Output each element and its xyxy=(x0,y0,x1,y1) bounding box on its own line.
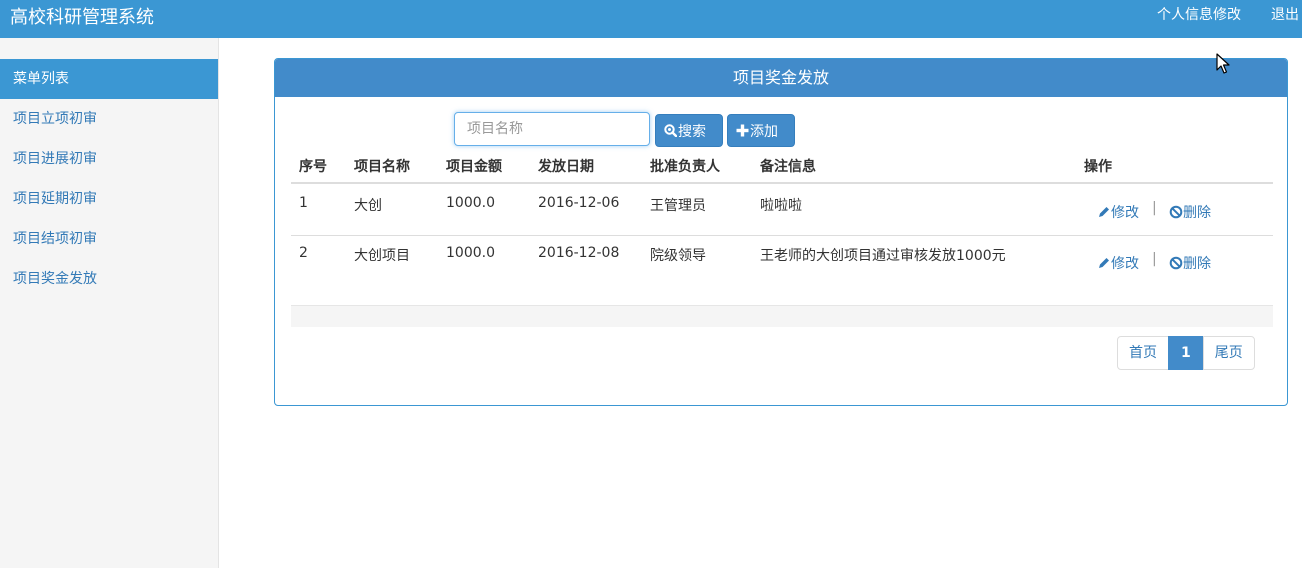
ban-icon xyxy=(1169,205,1183,219)
search-button-label: 搜索 xyxy=(678,123,706,140)
table-row-divider xyxy=(291,235,1273,236)
project-name-search-input[interactable] xyxy=(454,112,650,146)
current-page-button[interactable]: 1 xyxy=(1168,336,1204,370)
row-2-index: 2 xyxy=(299,245,308,261)
row-2-approver: 院级领导 xyxy=(650,248,706,264)
row-1-date: 2016-12-06 xyxy=(538,195,620,211)
last-page-button[interactable]: 尾页 xyxy=(1202,336,1255,370)
row-1-amount: 1000.0 xyxy=(446,195,495,211)
top-navbar: 高校科研管理系统 个人信息修改 退出 xyxy=(0,0,1302,38)
row-2-amount: 1000.0 xyxy=(446,245,495,261)
sidebar-item-completion-review[interactable]: 项目结项初审 xyxy=(0,219,218,259)
table-footer xyxy=(291,305,1273,327)
sidebar-item-approval-review[interactable]: 项目立项初审 xyxy=(0,99,218,139)
row-2-delete-link[interactable]: 删除 xyxy=(1169,253,1211,273)
search-icon xyxy=(664,124,677,137)
pencil-icon xyxy=(1099,258,1109,268)
row-1-action-separator: | xyxy=(1152,200,1157,216)
row-1-edit-label: 修改 xyxy=(1111,205,1139,221)
row-1-name: 大创 xyxy=(354,198,382,214)
plus-icon xyxy=(736,124,749,137)
sidebar-header: 菜单列表 xyxy=(0,59,218,99)
row-2-action-separator: | xyxy=(1152,251,1157,267)
first-page-button[interactable]: 首页 xyxy=(1117,336,1169,370)
app-title: 高校科研管理系统 xyxy=(10,7,154,28)
add-button-label: 添加 xyxy=(750,123,778,140)
profile-edit-link[interactable]: 个人信息修改 xyxy=(1157,4,1241,24)
column-header-index: 序号 xyxy=(299,159,327,175)
pencil-icon xyxy=(1099,207,1109,217)
column-header-note: 备注信息 xyxy=(760,159,816,175)
row-1-edit-link[interactable]: 修改 xyxy=(1097,202,1139,222)
row-2-name: 大创项目 xyxy=(354,248,410,264)
column-header-project-name: 项目名称 xyxy=(354,159,410,175)
column-header-date: 发放日期 xyxy=(538,159,594,175)
ban-icon xyxy=(1169,256,1183,270)
column-header-approver: 批准负责人 xyxy=(650,159,720,175)
column-header-actions: 操作 xyxy=(1084,159,1112,175)
sidebar: 菜单列表 项目立项初审 项目进展初审 项目延期初审 项目结项初审 项目奖金发放 xyxy=(0,38,219,568)
bonus-panel: 项目奖金发放 搜索 添加 序号 项目名称 项目金额 发放日期 批准负责人 备注信… xyxy=(274,58,1288,406)
logout-link[interactable]: 退出 xyxy=(1271,4,1299,24)
row-2-date: 2016-12-08 xyxy=(538,245,620,261)
pagination: 首页 1 尾页 xyxy=(1117,336,1255,370)
search-button[interactable]: 搜索 xyxy=(655,114,723,147)
row-2-edit-link[interactable]: 修改 xyxy=(1097,253,1139,273)
sidebar-item-progress-review[interactable]: 项目进展初审 xyxy=(0,139,218,179)
row-1-index: 1 xyxy=(299,195,308,211)
sidebar-item-extension-review[interactable]: 项目延期初审 xyxy=(0,179,218,219)
add-button[interactable]: 添加 xyxy=(727,114,795,147)
row-1-delete-label: 删除 xyxy=(1183,205,1211,221)
column-header-amount: 项目金额 xyxy=(446,159,502,175)
row-1-delete-link[interactable]: 删除 xyxy=(1169,202,1211,222)
row-2-edit-label: 修改 xyxy=(1111,256,1139,272)
row-2-note: 王老师的大创项目通过审核发放1000元 xyxy=(760,248,1006,264)
panel-title: 项目奖金发放 xyxy=(275,59,1287,97)
row-2-delete-label: 删除 xyxy=(1183,256,1211,272)
row-1-note: 啦啦啦 xyxy=(760,198,802,214)
row-1-approver: 王管理员 xyxy=(650,198,706,214)
mouse-cursor-icon xyxy=(1216,53,1230,74)
table-header-divider xyxy=(291,182,1273,184)
sidebar-item-bonus-payment[interactable]: 项目奖金发放 xyxy=(0,259,218,299)
